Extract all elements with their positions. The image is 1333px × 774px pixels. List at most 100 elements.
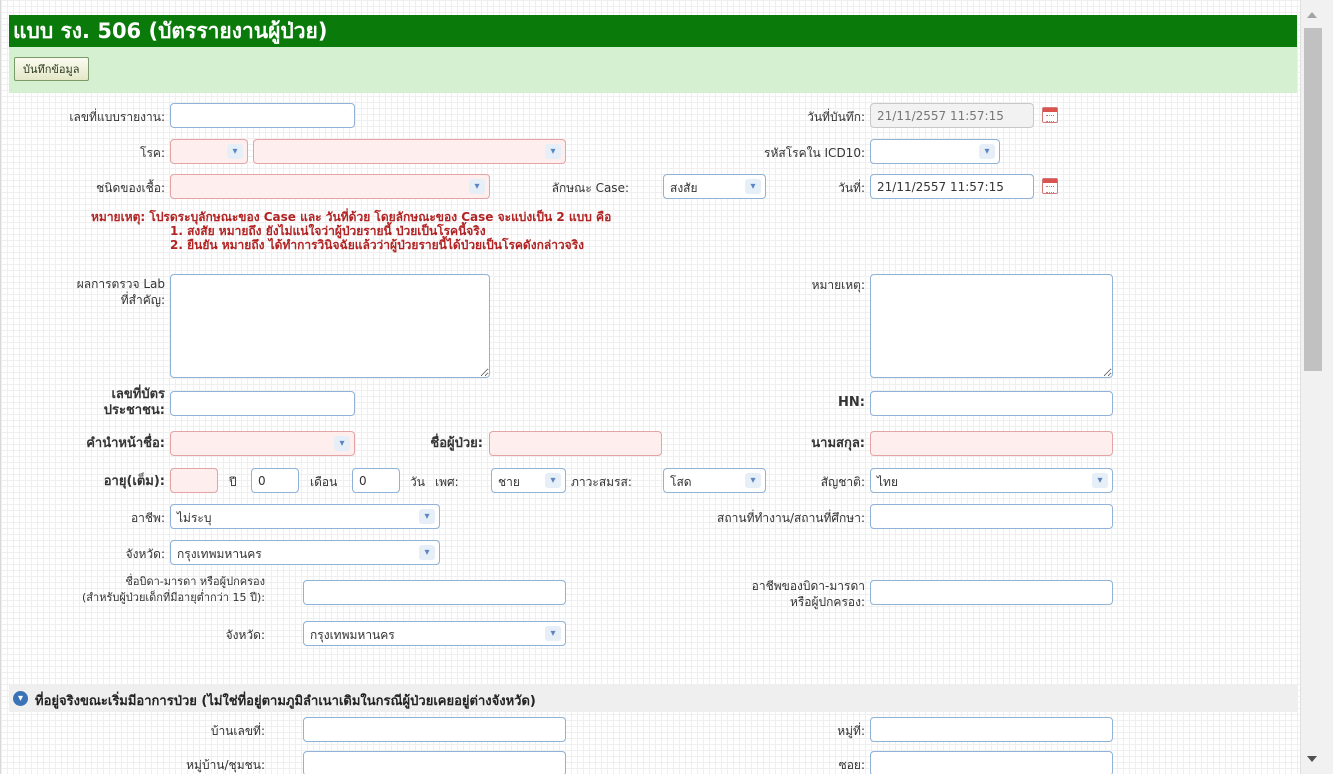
prefix-select[interactable]: ▾: [170, 431, 355, 456]
icd10-label: รหัสโรคใน ICD10:: [764, 146, 865, 160]
hn-label: HN:: [838, 395, 865, 410]
scrollbar-thumb[interactable]: [1304, 28, 1322, 371]
nationality-label: สัญชาติ:: [820, 475, 865, 489]
record-date-label: วันที่บันทึก:: [807, 110, 865, 124]
parent-province-select[interactable]: กรุงเทพมหานคร ▾: [303, 621, 566, 646]
parent-occupation-label: อาชีพของบิดา-มารดา หรือผู้ปกครอง:: [752, 578, 865, 610]
hn-input[interactable]: [870, 391, 1113, 416]
chevron-down-icon: ▾: [419, 545, 435, 560]
note-line-1: หมายเหตุ: โปรดระบุลักษณะของ Case และ วัน…: [91, 210, 612, 224]
chevron-circle-icon[interactable]: ▾: [13, 691, 28, 706]
chevron-down-icon: ▾: [745, 179, 761, 194]
record-date-input[interactable]: [870, 103, 1034, 128]
note-line-3: 2. ยืนยัน หมายถึง ได้ทำการวินิจฉัยแล้วว่…: [170, 238, 585, 252]
report-no-label: เลขที่แบบรายงาน:: [69, 110, 165, 124]
sex-select[interactable]: ชาย ▾: [491, 468, 566, 493]
chevron-down-icon: ▾: [745, 473, 761, 488]
lab-label-line-2: ที่สำคัญ:: [120, 293, 165, 307]
calendar-icon[interactable]: [1042, 107, 1058, 123]
chevron-down-icon: ▾: [469, 179, 485, 194]
pathogen-select[interactable]: ▾: [170, 174, 490, 199]
chevron-down-icon: ▾: [334, 436, 350, 451]
vertical-scrollbar[interactable]: [1300, 0, 1333, 774]
province-label: จังหวัด:: [125, 547, 165, 561]
address-section-header[interactable]: ▾ ที่อยู่จริงขณะเริ่มมีอาการป่วย (ไม่ใช่…: [9, 685, 1297, 712]
disease-code-select[interactable]: ▾: [170, 139, 248, 164]
parent-occupation-label-line-2: หรือผู้ปกครอง:: [789, 595, 865, 609]
chevron-down-icon: ▾: [545, 144, 561, 159]
chevron-down-icon: ▾: [545, 473, 561, 488]
marital-select[interactable]: โสด ▾: [663, 468, 766, 493]
marital-label: ภาวะสมรส:: [571, 475, 632, 489]
calendar-icon[interactable]: [1042, 178, 1058, 194]
village-input[interactable]: [303, 751, 566, 774]
prefix-label: คำนำหน้าชื่อ:: [86, 436, 165, 451]
parent-name-label-line-2: (สำหรับผู้ป่วยเด็กที่มีอายุต่ำกว่า 15 ปี…: [82, 591, 265, 604]
icd10-select[interactable]: ▾: [870, 139, 1000, 164]
workplace-label: สถานที่ทำงาน/สถานที่ศึกษา:: [717, 511, 865, 525]
parent-occupation-label-line-1: อาชีพของบิดา-มารดา: [751, 579, 865, 593]
sex-value: ชาย: [498, 475, 520, 489]
village-label: หมู่บ้าน/ชุมชน:: [186, 758, 265, 772]
age-month-unit: เดือน: [310, 475, 338, 489]
patient-name-input[interactable]: [489, 431, 662, 456]
chevron-down-icon: ▾: [545, 626, 561, 641]
age-year-input[interactable]: [170, 468, 218, 493]
surname-label: นามสกุล:: [811, 436, 865, 451]
age-label: อายุ(เต็ม):: [103, 474, 165, 489]
age-year-unit: ปี: [229, 475, 237, 489]
date-label: วันที่:: [838, 181, 865, 195]
nationality-value: ไทย: [877, 475, 898, 489]
page-title: แบบ รง. 506 (บัตรรายงานผู้ป่วย): [9, 15, 1297, 47]
parent-occupation-input[interactable]: [870, 580, 1113, 605]
workplace-input[interactable]: [870, 504, 1113, 529]
report-no-input[interactable]: [170, 103, 355, 128]
scroll-down-arrow-icon[interactable]: [1307, 756, 1317, 762]
occupation-value: ไม่ระบุ: [177, 511, 212, 525]
save-button[interactable]: บันทึกข้อมูล: [14, 57, 89, 81]
age-day-input[interactable]: [352, 468, 400, 493]
disease-name-select[interactable]: ▾: [253, 139, 566, 164]
pathogen-label: ชนิดของเชื้อ:: [96, 181, 165, 195]
parent-name-label-line-1: ชื่อบิดา-มารดา หรือผู้ปกครอง: [125, 575, 265, 588]
lab-result-textarea[interactable]: [170, 274, 490, 378]
lab-label-line-1: ผลการตรวจ Lab: [76, 277, 165, 291]
soi-input[interactable]: [870, 751, 1113, 774]
province-select[interactable]: กรุงเทพมหานคร ▾: [170, 540, 440, 565]
address-section-title: ที่อยู่จริงขณะเริ่มมีอาการป่วย (ไม่ใช่ที…: [35, 694, 536, 709]
case-type-select[interactable]: สงสัย ▾: [663, 174, 766, 199]
moo-label: หมู่ที่:: [837, 724, 865, 738]
sex-label: เพศ:: [435, 475, 459, 489]
surname-input[interactable]: [870, 431, 1113, 456]
case-note: หมายเหตุ: โปรดระบุลักษณะของ Case และ วัน…: [91, 210, 611, 252]
scroll-up-arrow-icon[interactable]: [1307, 12, 1317, 18]
age-month-input[interactable]: [251, 468, 299, 493]
citizen-id-input[interactable]: [170, 391, 355, 416]
case-type-label: ลักษณะ Case:: [551, 181, 629, 195]
nationality-select[interactable]: ไทย ▾: [870, 468, 1113, 493]
note-line-2: 1. สงสัย หมายถึง ยังไม่แน่ใจว่าผู้ป่วยรา…: [170, 224, 486, 238]
chevron-down-icon: ▾: [1092, 473, 1108, 488]
disease-label: โรค:: [140, 146, 165, 160]
citizen-id-label-line-2: ประชาชน:: [103, 403, 165, 418]
marital-value: โสด: [670, 475, 692, 489]
chevron-down-icon: ▾: [979, 144, 995, 159]
toolbar: บันทึกข้อมูล: [9, 47, 1297, 93]
province-value: กรุงเทพมหานคร: [177, 547, 262, 561]
remark-textarea[interactable]: [870, 274, 1113, 378]
citizen-id-label: เลขที่บัตร ประชาชน:: [104, 387, 165, 419]
occupation-select[interactable]: ไม่ระบุ ▾: [170, 504, 440, 529]
case-type-value: สงสัย: [670, 181, 698, 195]
soi-label: ซอย:: [838, 758, 865, 772]
patient-name-label: ชื่อผู้ป่วย:: [430, 436, 483, 451]
parent-name-input[interactable]: [303, 580, 566, 605]
citizen-id-label-line-1: เลขที่บัตร: [111, 387, 165, 402]
moo-input[interactable]: [870, 717, 1113, 742]
date-input[interactable]: [870, 174, 1034, 199]
parent-name-label: ชื่อบิดา-มารดา หรือผู้ปกครอง (สำหรับผู้ป…: [82, 574, 265, 606]
form-page: แบบ รง. 506 (บัตรรายงานผู้ป่วย) บันทึกข้…: [0, 0, 1301, 774]
chevron-down-icon: ▾: [419, 509, 435, 524]
remark-label: หมายเหตุ:: [811, 278, 865, 292]
house-no-input[interactable]: [303, 717, 566, 742]
lab-label: ผลการตรวจ Lab ที่สำคัญ:: [77, 276, 165, 308]
